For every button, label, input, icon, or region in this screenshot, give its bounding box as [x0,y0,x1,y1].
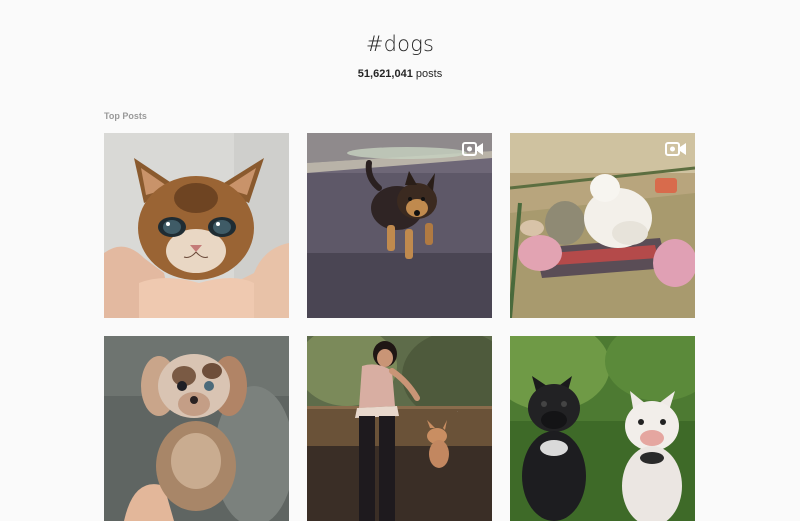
post-tile-6[interactable] [510,336,695,521]
post-image-dachshund-puppy [104,336,289,521]
post-tile-1[interactable] [104,133,289,318]
post-image-french-bulldogs [510,336,695,521]
post-tile-3[interactable] [510,133,695,318]
video-camera-icon [665,142,686,156]
post-tile-2[interactable] [307,133,492,318]
post-image-kitten [104,133,289,318]
post-image-sleeping-puppy [510,133,695,318]
post-tile-5[interactable]: . [307,336,492,521]
top-posts-label: Top Posts [104,111,147,121]
hashtag-title: #dogs [365,32,435,56]
post-count-number: 51,621,041 [357,68,413,80]
post-count-unit: posts [415,68,443,80]
post-image-woman-and-dog: . [307,336,492,521]
post-count: 51,621,041 posts [0,68,800,80]
svg-text:.: . [457,408,458,413]
hashtag-header: #dogs 51,621,041 posts [0,32,800,80]
post-image-shepherd-puppy [307,133,492,318]
post-tile-4[interactable] [104,336,289,521]
video-camera-icon [462,142,483,156]
